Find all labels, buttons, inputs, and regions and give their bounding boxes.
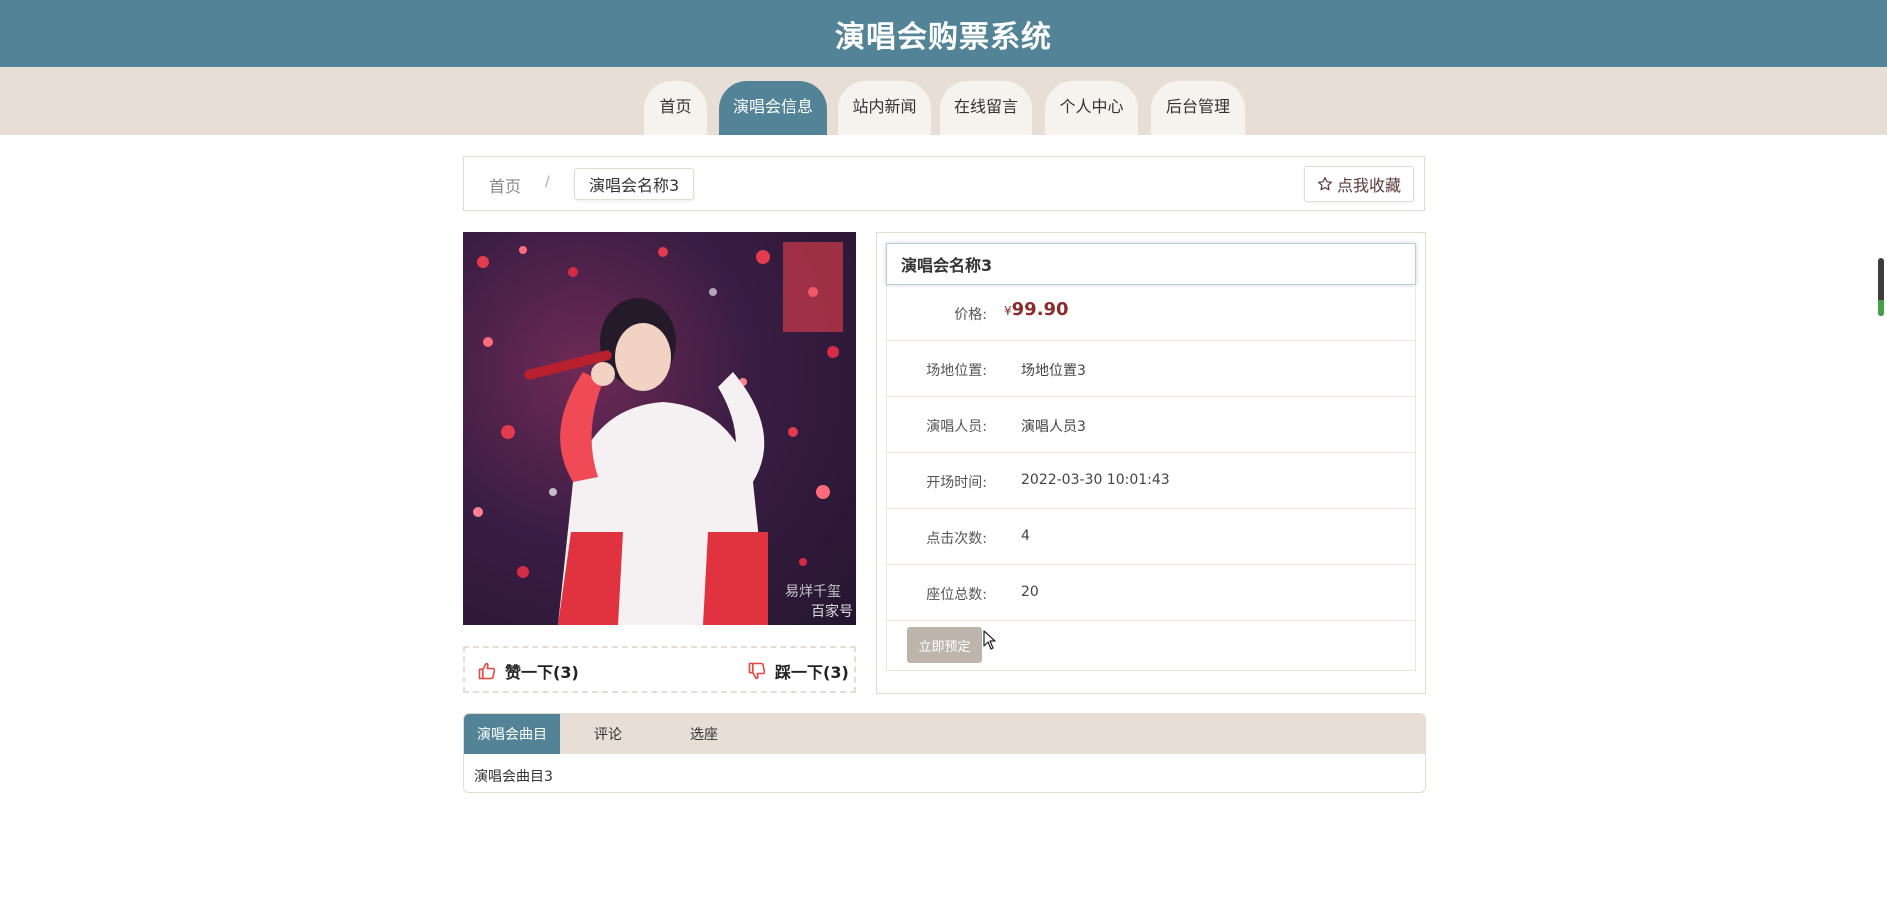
- currency-symbol: ¥: [1004, 304, 1012, 318]
- tab-comments[interactable]: 评论: [560, 714, 656, 754]
- thumbs-down-icon: [748, 662, 766, 680]
- detail-row-venue: 场地位置: 场地位置3: [886, 341, 1416, 397]
- breadcrumb: 首页 / 演唱会名称3 点我收藏: [463, 156, 1425, 211]
- nav-item-home[interactable]: 首页: [644, 81, 707, 135]
- price-value: ¥99.90: [1004, 299, 1069, 320]
- tab-seat-selection[interactable]: 选座: [656, 714, 752, 754]
- dislike-button[interactable]: 踩一下(3): [747, 659, 849, 683]
- poster-watermark-1: 易烊千玺: [785, 584, 841, 600]
- breadcrumb-home-link[interactable]: 首页: [489, 173, 521, 197]
- favorite-label: 点我收藏: [1336, 176, 1401, 195]
- detail-tabs: 演唱会曲目 评论 选座 演唱会曲目3: [463, 713, 1426, 793]
- tab-content: 演唱会曲目3: [474, 769, 553, 785]
- price-amount: 99.90: [1011, 299, 1069, 320]
- detail-row-start-time: 开场时间: 2022-03-30 10:01:43: [886, 453, 1416, 509]
- concert-poster-image: 易烊千玺 百家号: [463, 232, 856, 625]
- like-label: 赞一下(3): [505, 663, 579, 682]
- breadcrumb-current: 演唱会名称3: [574, 168, 695, 200]
- nav-item-news[interactable]: 站内新闻: [838, 81, 931, 135]
- poster-watermark-2: 百家号: [811, 603, 853, 620]
- tab-setlist[interactable]: 演唱会曲目: [464, 714, 560, 754]
- nav-item-personal-center[interactable]: 个人中心: [1045, 81, 1138, 135]
- price-label: 价格:: [954, 307, 987, 323]
- detail-row-total-seats: 座位总数: 20: [886, 565, 1416, 621]
- tabs-bar: 演唱会曲目 评论 选座: [464, 714, 1425, 754]
- concert-detail-panel: 演唱会名称3 价格: ¥99.90 场地位置: 场地位置3 演唱人员: 演唱人员…: [876, 232, 1426, 694]
- favorite-button[interactable]: 点我收藏: [1303, 166, 1414, 202]
- main-nav: 首页 演唱会信息 站内新闻 在线留言 个人中心 后台管理: [0, 67, 1887, 135]
- nav-item-message[interactable]: 在线留言: [940, 81, 1032, 135]
- thumbs-up-icon: [478, 662, 496, 680]
- scrollbar-indicator: [1878, 300, 1884, 316]
- dislike-label: 踩一下(3): [775, 663, 849, 682]
- detail-row-clicks: 点击次数: 4: [886, 509, 1416, 565]
- mouse-cursor-icon: [983, 630, 996, 650]
- detail-row-price: 价格: ¥99.90: [886, 285, 1416, 341]
- star-icon: [1318, 177, 1332, 191]
- concert-title: 演唱会名称3: [886, 243, 1416, 285]
- vote-bar: 赞一下(3) 踩一下(3): [463, 646, 856, 693]
- book-now-button[interactable]: 立即预定: [907, 627, 982, 663]
- breadcrumb-separator: /: [545, 174, 550, 190]
- site-header: 演唱会购票系统: [0, 0, 1887, 67]
- like-button[interactable]: 赞一下(3): [477, 659, 579, 683]
- nav-item-admin[interactable]: 后台管理: [1151, 81, 1245, 135]
- singer-figure: [524, 298, 768, 625]
- detail-row-book: 立即预定: [886, 621, 1416, 671]
- nav-item-concert-info[interactable]: 演唱会信息: [719, 81, 827, 135]
- detail-row-performer: 演唱人员: 演唱人员3: [886, 397, 1416, 453]
- site-title: 演唱会购票系统: [835, 19, 1052, 55]
